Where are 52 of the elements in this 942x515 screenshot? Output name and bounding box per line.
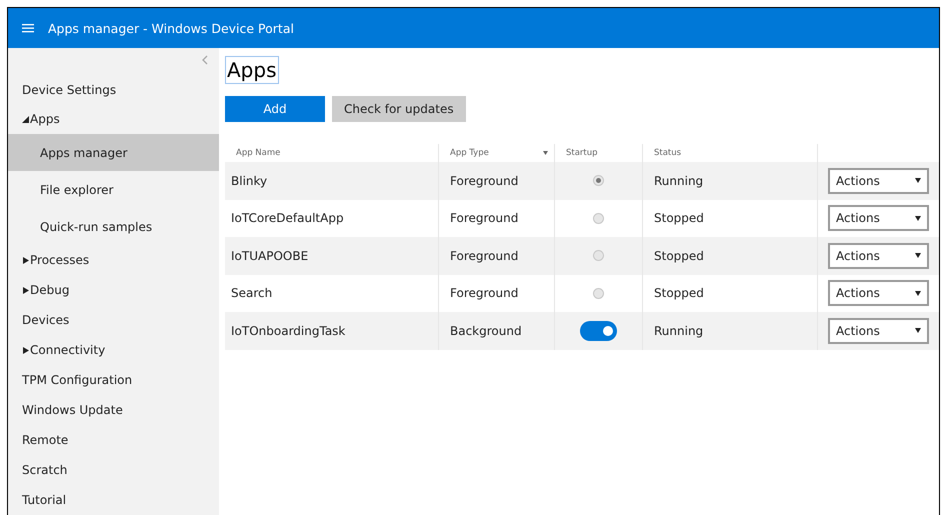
sidebar-item[interactable]: Tutorial: [8, 485, 219, 515]
caret-icon: [915, 216, 921, 221]
actions-dropdown[interactable]: Actions: [828, 318, 929, 344]
chevron-left-icon[interactable]: [201, 54, 209, 66]
collapsed-triangle-icon: [22, 256, 29, 264]
sidebar-item[interactable]: Apps manager: [8, 134, 219, 171]
sidebar-item[interactable]: Connectivity: [8, 335, 219, 365]
column-header[interactable]: App Name: [225, 144, 438, 162]
radio-button[interactable]: [593, 250, 604, 262]
radio-button[interactable]: [593, 212, 604, 224]
window-title: Apps manager - Windows Device Portal: [48, 20, 294, 36]
sidebar-item[interactable]: Apps: [8, 104, 219, 134]
sidebar-item[interactable]: Devices: [8, 305, 219, 335]
menu-icon[interactable]: [22, 23, 34, 33]
table-cell: Foreground: [438, 237, 554, 274]
table-cell: Running: [642, 162, 817, 200]
caret-icon: [915, 290, 921, 296]
radio-button[interactable]: [593, 288, 604, 299]
sidebar-item[interactable]: Quick-run samples: [8, 208, 219, 245]
table-cell: IoTOnboardingTask: [225, 312, 438, 350]
caret-icon: [915, 253, 921, 258]
sidebar-item[interactable]: Remote: [8, 425, 219, 455]
table-cell: Running: [642, 312, 817, 350]
collapsed-triangle-icon: [22, 346, 29, 354]
collapsed-triangle-icon: [22, 286, 29, 294]
table-cell-text: Search: [230, 285, 274, 302]
update-button[interactable]: Check for updates: [332, 96, 466, 122]
table-cell: Stopped: [642, 237, 817, 274]
add-button[interactable]: Add: [225, 96, 325, 122]
radio-button[interactable]: [593, 175, 604, 186]
sidebar-item[interactable]: Scratch: [8, 455, 219, 485]
expanded-triangle-icon: [22, 116, 29, 122]
table-cell: Blinky: [225, 162, 438, 200]
caret-icon: [915, 328, 921, 334]
actions-dropdown[interactable]: Actions: [828, 242, 929, 269]
table-cell-text: IoTCoreDefaultApp: [230, 210, 345, 228]
table-cell: IoTUAPOOBE: [225, 237, 438, 274]
sidebar-item[interactable]: TPM Configuration: [8, 365, 219, 395]
caret-icon: [915, 178, 921, 184]
sidebar-item[interactable]: Windows Update: [8, 395, 219, 425]
table-cell: Background: [438, 312, 554, 350]
sidebar-item[interactable]: File explorer: [8, 171, 219, 208]
actions-dropdown[interactable]: Actions: [828, 168, 929, 194]
table-cell: Foreground: [438, 162, 554, 200]
sidebar-item[interactable]: Debug: [8, 275, 219, 305]
sidebar-item[interactable]: Device Settings: [8, 66, 219, 104]
actions-dropdown[interactable]: Actions: [828, 280, 929, 306]
page-title: Apps: [225, 56, 278, 84]
actions-dropdown[interactable]: Actions: [828, 205, 929, 232]
sidebar-item[interactable]: Processes: [8, 245, 219, 275]
toggle-switch[interactable]: [580, 320, 617, 341]
column-header[interactable]: App Type: [439, 144, 489, 162]
